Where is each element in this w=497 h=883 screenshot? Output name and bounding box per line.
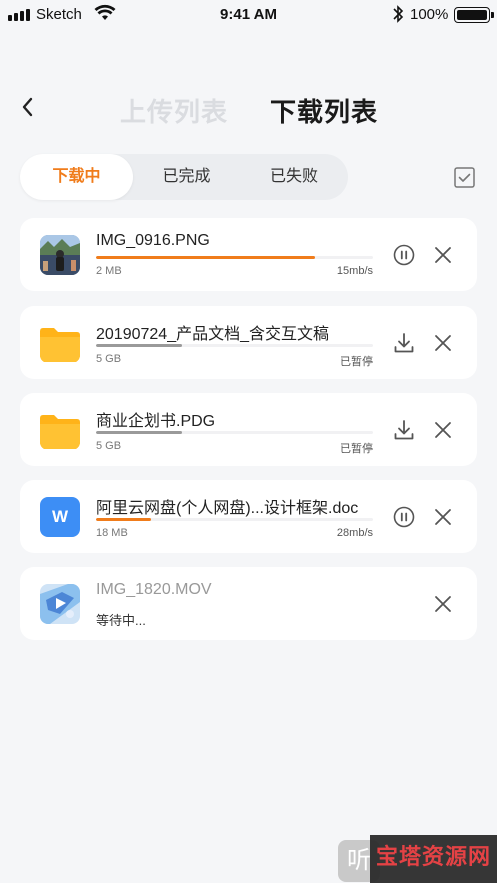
pause-icon[interactable]: [392, 243, 416, 267]
file-size: 5 GB: [96, 353, 122, 365]
progress-bar: [96, 256, 373, 259]
file-name: IMG_0916.PNG: [96, 232, 210, 249]
download-item[interactable]: 20190724_产品文档_含交互文稿 5 GB 已暂停: [20, 306, 477, 379]
file-size: 18 MB: [96, 527, 128, 539]
close-icon[interactable]: [432, 419, 454, 441]
download-item[interactable]: W 阿里云网盘(个人网盘)...设计框架.doc 18 MB 28mb/s: [20, 480, 477, 553]
file-name: 20190724_产品文档_含交互文稿: [96, 326, 329, 343]
folder-icon: [40, 323, 80, 363]
transfer-speed: 15mb/s: [336, 265, 373, 277]
status-filter: 下载中 已完成 已失败: [20, 154, 348, 200]
download-icon[interactable]: [392, 331, 416, 355]
tab-completed[interactable]: 已完成: [133, 154, 240, 200]
bluetooth-icon: [393, 5, 404, 23]
progress-bar: [96, 518, 373, 521]
status-bar: Sketch 9:41 AM 100%: [0, 0, 497, 30]
tab-failed[interactable]: 已失败: [240, 154, 348, 200]
tab-upload-list[interactable]: 上传列表: [120, 92, 228, 129]
select-all-checkbox-icon[interactable]: [454, 167, 475, 188]
close-icon[interactable]: [432, 332, 454, 354]
word-doc-icon: W: [40, 497, 80, 537]
file-size: 5 GB: [96, 440, 122, 452]
watermark: 宝塔资源网: [370, 835, 497, 883]
video-thumbnail-icon: [40, 584, 80, 624]
nav-bar: 上传列表 下载列表: [0, 80, 497, 136]
close-icon[interactable]: [432, 593, 454, 615]
close-icon[interactable]: [432, 244, 454, 266]
download-item[interactable]: IMG_0916.PNG 2 MB 15mb/s: [20, 218, 477, 291]
transfer-status: 已暂停: [340, 356, 373, 368]
download-item[interactable]: IMG_1820.MOV 等待中...: [20, 567, 477, 640]
pause-icon[interactable]: [392, 505, 416, 529]
progress-bar: [96, 431, 373, 434]
transfer-status: 已暂停: [340, 443, 373, 455]
back-arrow-icon[interactable]: [14, 92, 42, 122]
photo-thumbnail-icon: [40, 235, 80, 275]
word-icon-letter: W: [51, 507, 69, 526]
file-name: 阿里云网盘(个人网盘)...设计框架.doc: [96, 500, 359, 517]
tab-download-list[interactable]: 下载列表: [270, 92, 378, 129]
folder-icon: [40, 410, 80, 450]
battery-icon: [454, 7, 494, 23]
file-name: IMG_1820.MOV: [96, 581, 212, 598]
transfer-speed: 28mb/s: [336, 527, 373, 539]
download-icon[interactable]: [392, 418, 416, 442]
tab-downloading[interactable]: 下载中: [20, 154, 133, 200]
battery-percent: 100%: [410, 6, 449, 23]
waiting-status: 等待中...: [96, 613, 146, 628]
download-item[interactable]: 商业企划书.PDG 5 GB 已暂停: [20, 393, 477, 466]
close-icon[interactable]: [432, 506, 454, 528]
progress-bar: [96, 344, 373, 347]
file-name: 商业企划书.PDG: [96, 413, 216, 430]
file-size: 2 MB: [96, 265, 122, 277]
